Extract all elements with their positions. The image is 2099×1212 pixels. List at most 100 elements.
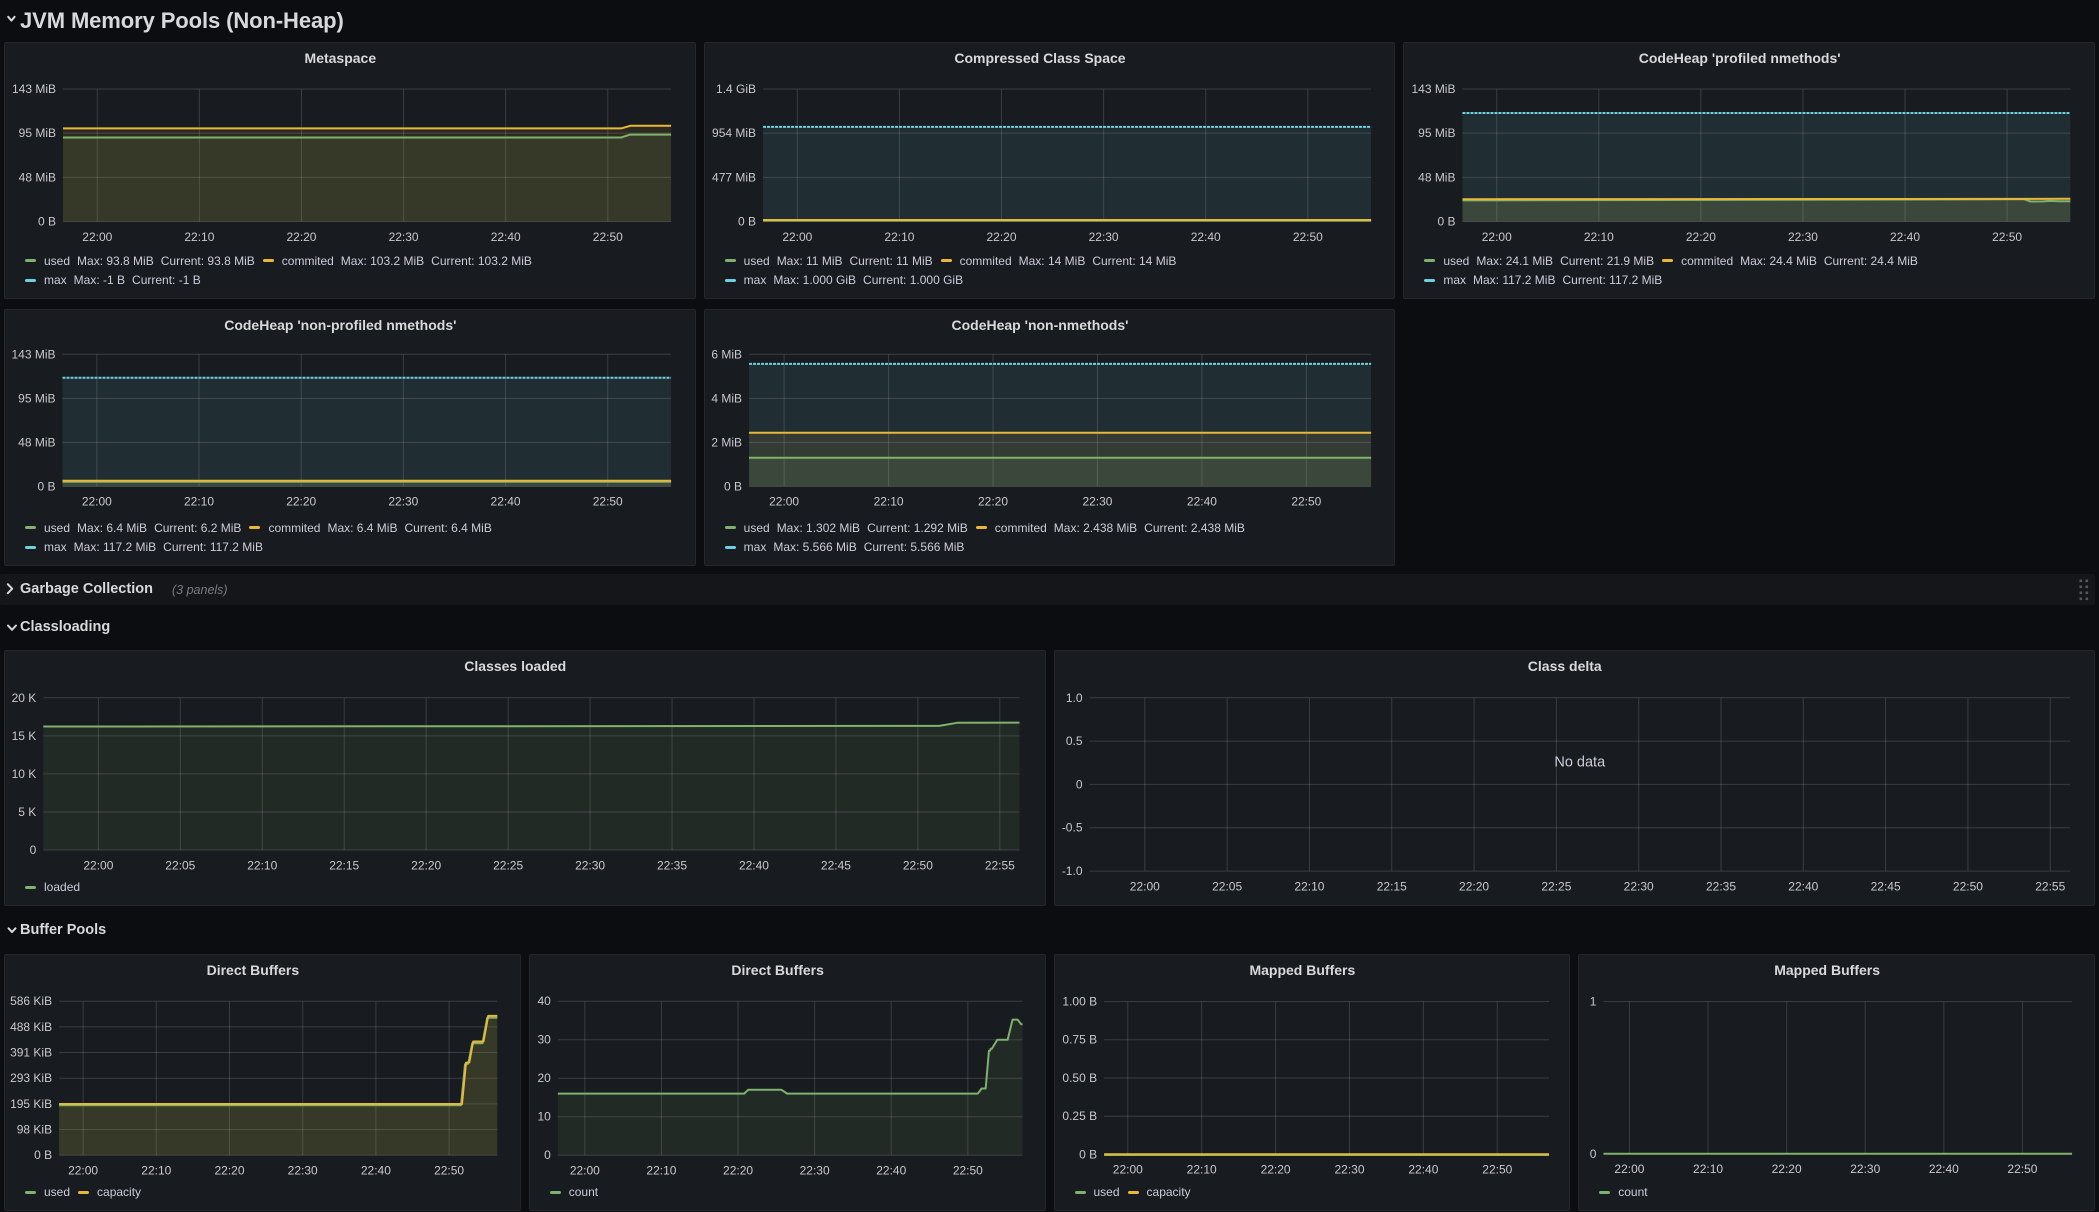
svg-text:22:20: 22:20 [214,1164,244,1178]
svg-text:22:20: 22:20 [286,495,316,509]
svg-text:22:50: 22:50 [1952,879,1982,893]
svg-text:22:45: 22:45 [1870,879,1900,893]
svg-text:95 MiB: 95 MiB [18,391,55,405]
svg-text:477 MiB: 477 MiB [712,170,756,184]
svg-text:22:00: 22:00 [769,495,799,509]
svg-text:488 KiB: 488 KiB [10,1020,52,1034]
svg-text:22:50: 22:50 [1292,230,1322,244]
svg-text:22:40: 22:40 [1190,230,1220,244]
svg-text:143 MiB: 143 MiB [12,347,56,361]
svg-text:195 KiB: 195 KiB [10,1097,52,1111]
svg-text:22:50: 22:50 [434,1164,464,1178]
svg-text:22:50: 22:50 [1992,230,2022,244]
svg-text:22:40: 22:40 [1890,230,1920,244]
svg-text:22:50: 22:50 [953,1164,983,1178]
svg-text:22:50: 22:50 [1482,1163,1512,1177]
svg-text:22:30: 22:30 [1088,230,1118,244]
svg-text:95 MiB: 95 MiB [19,126,56,140]
svg-text:22:00: 22:00 [83,858,113,872]
svg-text:0 B: 0 B [724,479,742,493]
svg-text:22:50: 22:50 [593,230,623,244]
svg-text:22:00: 22:00 [1482,230,1512,244]
svg-text:No data: No data [1554,754,1606,770]
svg-text:22:20: 22:20 [1260,1163,1290,1177]
svg-text:22:30: 22:30 [288,1164,318,1178]
svg-text:22:10: 22:10 [1294,879,1324,893]
svg-text:22:55: 22:55 [985,858,1015,872]
svg-text:22:00: 22:00 [570,1164,600,1178]
svg-text:22:30: 22:30 [389,230,419,244]
svg-text:6 MiB: 6 MiB [711,347,742,361]
svg-text:22:00: 22:00 [1615,1162,1645,1176]
svg-text:22:00: 22:00 [1129,879,1159,893]
svg-text:22:40: 22:40 [1408,1163,1438,1177]
svg-text:22:20: 22:20 [1459,879,1489,893]
svg-text:10 K: 10 K [12,767,37,781]
svg-text:22:00: 22:00 [82,230,112,244]
svg-text:586 KiB: 586 KiB [10,994,52,1008]
svg-text:22:30: 22:30 [799,1164,829,1178]
svg-text:22:40: 22:40 [361,1164,391,1178]
svg-text:22:40: 22:40 [739,858,769,872]
svg-text:22:15: 22:15 [1376,879,1406,893]
svg-text:0 B: 0 B [37,479,55,493]
svg-text:22:00: 22:00 [82,495,112,509]
svg-text:22:30: 22:30 [1850,1162,1880,1176]
svg-text:48 MiB: 48 MiB [18,435,55,449]
svg-text:0: 0 [544,1148,551,1162]
svg-text:-0.5: -0.5 [1061,821,1082,835]
svg-text:0.25 B: 0.25 B [1062,1109,1097,1123]
svg-text:30: 30 [537,1033,551,1047]
svg-text:22:20: 22:20 [286,230,316,244]
svg-text:22:00: 22:00 [1112,1163,1142,1177]
svg-text:22:20: 22:20 [1686,230,1716,244]
svg-text:954 MiB: 954 MiB [712,126,756,140]
svg-text:22:10: 22:10 [1693,1162,1723,1176]
svg-text:0 B: 0 B [738,214,756,228]
svg-text:22:40: 22:40 [1929,1162,1959,1176]
svg-text:0: 0 [1075,777,1082,791]
svg-text:22:20: 22:20 [723,1164,753,1178]
svg-text:22:30: 22:30 [1788,230,1818,244]
svg-text:22:10: 22:10 [1186,1163,1216,1177]
svg-text:143 MiB: 143 MiB [1412,82,1456,96]
svg-text:22:05: 22:05 [1212,879,1242,893]
svg-text:22:40: 22:40 [491,230,521,244]
svg-text:10: 10 [537,1110,551,1124]
svg-text:22:05: 22:05 [165,858,195,872]
svg-text:22:10: 22:10 [184,230,214,244]
svg-text:48 MiB: 48 MiB [1418,170,1455,184]
svg-text:-1.0: -1.0 [1061,864,1082,878]
svg-text:391 KiB: 391 KiB [10,1046,52,1060]
svg-text:22:40: 22:40 [1788,879,1818,893]
svg-text:2 MiB: 2 MiB [711,435,742,449]
svg-text:1: 1 [1590,995,1597,1009]
svg-text:0.50 B: 0.50 B [1062,1071,1097,1085]
svg-text:0 B: 0 B [1438,214,1456,228]
svg-text:22:20: 22:20 [1772,1162,1802,1176]
svg-text:98 KiB: 98 KiB [17,1123,52,1137]
svg-text:22:25: 22:25 [1541,879,1571,893]
svg-text:22:10: 22:10 [884,230,914,244]
svg-text:0 B: 0 B [38,214,56,228]
svg-text:22:30: 22:30 [575,858,605,872]
svg-text:22:35: 22:35 [1705,879,1735,893]
svg-text:5 K: 5 K [18,805,36,819]
svg-text:22:40: 22:40 [876,1164,906,1178]
svg-text:293 KiB: 293 KiB [10,1071,52,1085]
svg-text:0.5: 0.5 [1065,734,1082,748]
svg-text:1.00 B: 1.00 B [1062,995,1097,1009]
svg-text:22:35: 22:35 [657,858,687,872]
svg-text:22:50: 22:50 [1291,495,1321,509]
svg-text:22:25: 22:25 [493,858,523,872]
svg-text:22:10: 22:10 [1584,230,1614,244]
svg-text:15 K: 15 K [12,729,37,743]
svg-text:22:10: 22:10 [184,495,214,509]
svg-text:22:10: 22:10 [247,858,277,872]
svg-text:20 K: 20 K [12,691,37,705]
svg-text:22:20: 22:20 [978,495,1008,509]
svg-text:40: 40 [537,994,551,1008]
svg-text:22:20: 22:20 [986,230,1016,244]
svg-text:22:50: 22:50 [903,858,933,872]
svg-text:22:10: 22:10 [141,1164,171,1178]
